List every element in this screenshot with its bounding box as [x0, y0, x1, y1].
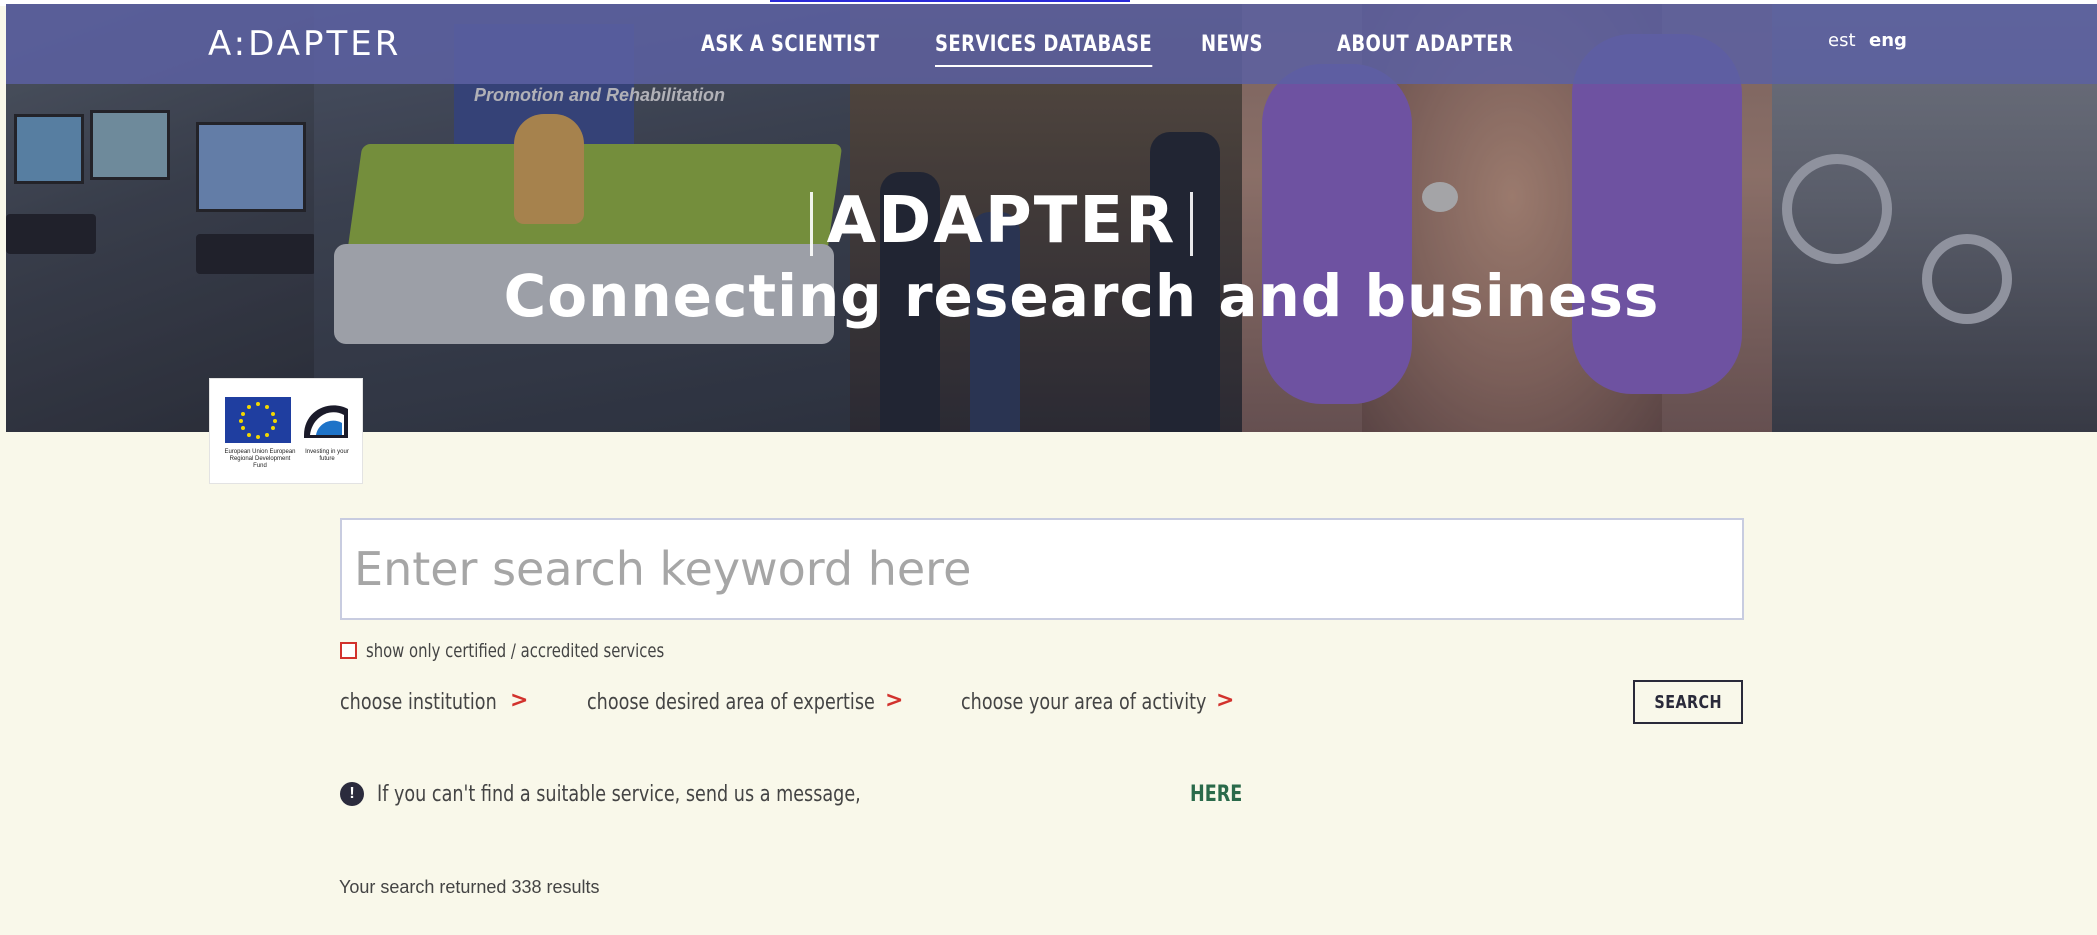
- certified-label: show only certified / accredited service…: [366, 640, 665, 662]
- filter-area-of-activity[interactable]: choose your area of activity >: [961, 688, 1268, 715]
- hero-title: ADAPTER: [6, 184, 2047, 258]
- search-input[interactable]: [342, 520, 1742, 618]
- results-count: Your search returned 338 results: [339, 877, 600, 897]
- lang-eng[interactable]: eng: [1869, 30, 1907, 51]
- eu-funding-logo: European Union European Regional Develop…: [209, 378, 363, 484]
- partial-link[interactable]: [770, 0, 1130, 2]
- eu-flag-icon: [225, 397, 291, 443]
- lang-est[interactable]: est: [1828, 30, 1856, 51]
- eu-caption: European Union European Regional Develop…: [224, 449, 296, 469]
- site-logo[interactable]: A:DAPTER: [208, 24, 401, 64]
- hero-subtitle: Connecting research and business: [503, 262, 1660, 330]
- search-button[interactable]: SEARCH: [1633, 680, 1743, 724]
- nav-services-database[interactable]: SERVICES DATABASE: [935, 32, 1152, 67]
- nav-about-adapter[interactable]: ABOUT ADAPTER: [1337, 32, 1513, 57]
- top-navigation: A:DAPTER ASK A SCIENTIST SERVICES DATABA…: [6, 4, 2097, 84]
- ee-caption: Investing in your future: [305, 449, 349, 462]
- search-box: [340, 518, 1744, 620]
- chevron-right-icon: >: [510, 688, 529, 713]
- info-icon: !: [340, 782, 364, 806]
- filter-area-of-expertise[interactable]: choose desired area of expertise >: [587, 688, 947, 715]
- nav-news[interactable]: NEWS: [1201, 32, 1263, 57]
- nav-ask-a-scientist[interactable]: ASK A SCIENTIST: [701, 32, 879, 57]
- info-text: If you can't find a suitable service, se…: [377, 782, 861, 807]
- certified-checkbox[interactable]: [340, 642, 357, 659]
- chevron-right-icon: >: [1216, 688, 1235, 713]
- estonia-logo-icon: [304, 405, 348, 438]
- filter-institution[interactable]: choose institution >: [340, 688, 536, 715]
- chevron-right-icon: >: [885, 688, 904, 713]
- contact-here-link[interactable]: HERE: [1190, 782, 1242, 807]
